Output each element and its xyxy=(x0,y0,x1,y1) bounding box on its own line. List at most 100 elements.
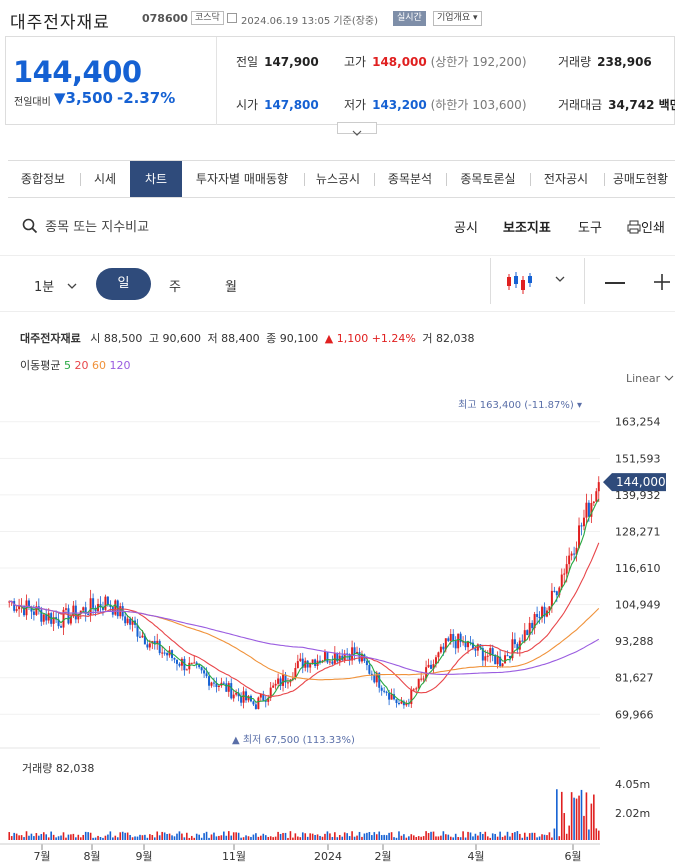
tab-investor[interactable]: 투자자별 매매동향 xyxy=(184,161,300,197)
volume-value: 82,038 xyxy=(436,332,475,345)
ohlc-info: 대주전자재료 시 88,500 고 90,600 저 88,400 종 90,1… xyxy=(20,330,475,346)
low-label: 저가 xyxy=(344,98,367,112)
indicators-button[interactable]: 보조지표 xyxy=(503,217,551,236)
candle-body xyxy=(553,590,556,592)
y-tick-label: 81,627 xyxy=(615,672,654,685)
ma60-label: 60 xyxy=(91,359,106,372)
volume-bar xyxy=(459,837,462,840)
candle-body xyxy=(449,633,452,641)
volume-bar xyxy=(432,831,435,840)
candle-body xyxy=(60,626,63,628)
volume-bar xyxy=(578,795,580,840)
volume-bar xyxy=(336,837,339,840)
volume-bar xyxy=(282,832,284,840)
volume-bar xyxy=(65,837,67,840)
tab-chart[interactable]: 차트 xyxy=(130,161,182,197)
volume-bar xyxy=(67,834,70,840)
candle-body xyxy=(560,574,563,588)
tab-disclosure[interactable]: 전자공시 xyxy=(532,161,600,197)
volume-bar xyxy=(519,833,521,840)
candle-body xyxy=(230,683,233,699)
candle-body xyxy=(491,648,494,655)
volume-bar xyxy=(309,833,311,840)
period-week[interactable]: 주 xyxy=(169,276,181,295)
candle-body xyxy=(323,652,326,661)
stock-name: 대주전자재료 xyxy=(10,13,110,33)
candle-body xyxy=(531,622,534,629)
zoom-out-button[interactable] xyxy=(605,282,625,284)
candle-body xyxy=(158,640,161,654)
volume-bar xyxy=(195,833,198,840)
volume-value: 238,906 xyxy=(597,55,652,69)
scale-dropdown[interactable]: Linear xyxy=(626,372,674,385)
volume-bar xyxy=(107,834,109,840)
period-day[interactable]: 일 xyxy=(96,268,151,300)
volume-bar xyxy=(334,832,336,840)
volume-bar xyxy=(223,831,225,840)
company-info-dropdown[interactable]: 기업개요 ▾ xyxy=(433,11,482,26)
tab-analysis[interactable]: 종목분석 xyxy=(376,161,444,197)
tab-news[interactable]: 뉴스공시 xyxy=(306,161,370,197)
volume-bar xyxy=(121,831,124,840)
disclosure-button[interactable]: 공시 xyxy=(454,217,478,236)
volume-bar xyxy=(494,833,496,840)
tab-discussion[interactable]: 종목토론실 xyxy=(448,161,528,197)
period-month[interactable]: 월 xyxy=(225,276,237,295)
tab-separator xyxy=(530,173,531,186)
down-triangle-icon: ▼ xyxy=(54,89,66,107)
current-price: 144,400 xyxy=(13,55,142,89)
volume-bar xyxy=(109,831,112,840)
open-price: 시가 147,800 xyxy=(236,96,319,113)
candle-body xyxy=(496,656,499,665)
upper-limit: (상한가 192,200) xyxy=(430,55,527,69)
volume-bar xyxy=(311,833,314,840)
volume-bar xyxy=(489,837,492,840)
volume-bar xyxy=(486,836,489,840)
low-label: 저 xyxy=(207,332,218,345)
volume-bar xyxy=(390,832,393,840)
compare-search[interactable]: 종목 또는 지수비교 xyxy=(22,216,149,235)
volume-bar xyxy=(472,836,474,840)
candle-body xyxy=(415,688,418,690)
volume-bar xyxy=(496,836,499,840)
volume-bar xyxy=(556,789,558,840)
volume-bar xyxy=(183,837,186,840)
zoom-in-button[interactable] xyxy=(652,272,672,292)
volume-bar xyxy=(13,832,15,840)
up-triangle-icon: ▲ xyxy=(324,332,334,345)
volume-bar xyxy=(427,833,430,840)
volume-bar xyxy=(435,836,437,840)
expand-button[interactable] xyxy=(337,122,377,136)
open-value: 147,800 xyxy=(264,98,319,112)
moving-average-legend: 이동평균 5 20 60 120 xyxy=(20,357,130,373)
tab-separator xyxy=(80,173,81,186)
prev-close-label: 전일 xyxy=(236,55,259,69)
volume-bar xyxy=(531,832,533,840)
period-minute-dropdown[interactable]: 1분 xyxy=(34,276,78,295)
volume-bar xyxy=(464,837,467,840)
volume-bar xyxy=(40,834,43,840)
candle-body xyxy=(190,662,193,664)
price-chart[interactable]: 163,254151,593139,932128,271116,610104,9… xyxy=(0,388,675,867)
candle-body xyxy=(277,678,280,684)
tools-button[interactable]: 도구 xyxy=(578,217,602,236)
print-button[interactable]: 인쇄 xyxy=(627,217,665,236)
high-value: 90,600 xyxy=(162,332,201,345)
chart-type-selector[interactable] xyxy=(504,268,574,302)
tab-quotes[interactable]: 시세 xyxy=(82,161,128,197)
tab-separator xyxy=(374,173,375,186)
candle-body xyxy=(274,683,277,686)
volume-bar xyxy=(474,833,477,840)
volume-bar xyxy=(99,836,102,840)
realtime-button[interactable]: 실시간 xyxy=(393,11,426,26)
high-value: 148,000 xyxy=(372,55,427,69)
candle-body xyxy=(504,655,507,664)
volume-bar xyxy=(250,836,252,840)
tab-short-selling[interactable]: 공매도현황 xyxy=(606,161,675,197)
candle-body xyxy=(314,659,317,666)
volume-bar xyxy=(583,815,585,840)
tab-overview[interactable]: 종합정보 xyxy=(8,161,78,197)
volume-bar xyxy=(593,794,595,840)
ma20-line xyxy=(9,542,600,697)
volume-bar xyxy=(331,836,334,840)
